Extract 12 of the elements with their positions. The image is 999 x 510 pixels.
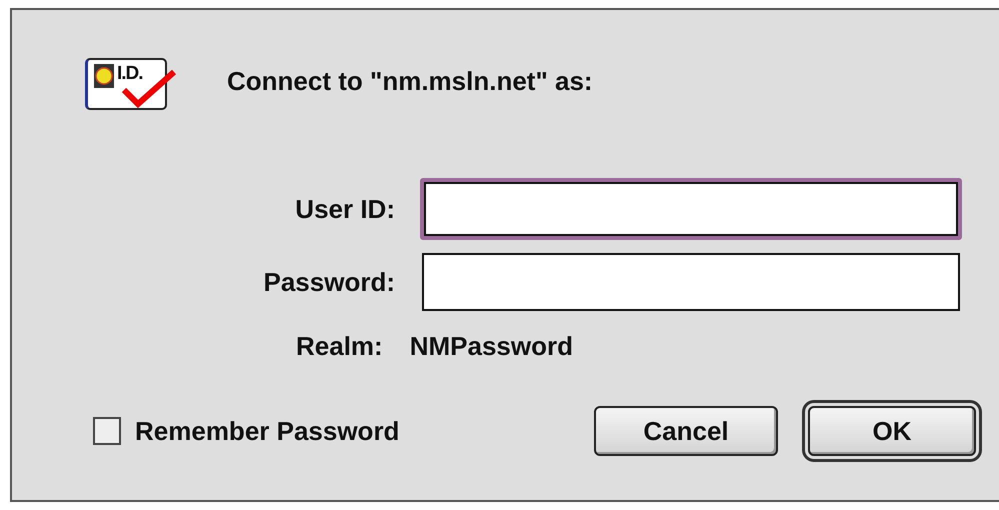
field-label: User ID: [295,194,395,224]
realm-value: NMPassword [410,331,573,362]
badge-text: I.D. [117,64,143,84]
remember-checkbox[interactable] [93,417,121,445]
password-field[interactable] [422,253,960,311]
dialog-button[interactable]: Cancel [594,406,778,456]
realm-label: Realm: [296,331,383,362]
remember-label: Remember Password [135,416,400,446]
face-icon [94,64,114,88]
input-field[interactable] [420,178,962,240]
field-label: Password: [264,266,395,298]
dialog-title: Connect to "nm.msln.net" as: [227,66,593,96]
